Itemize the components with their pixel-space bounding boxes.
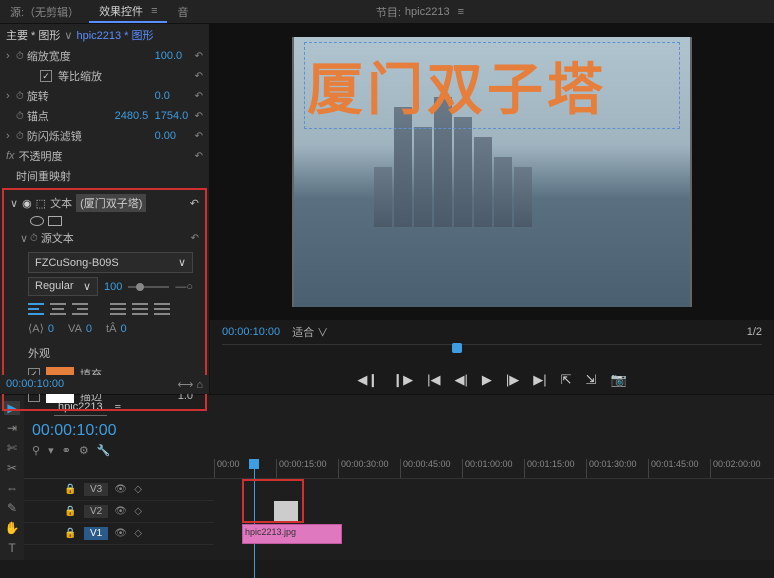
mark-out-button[interactable]: ❙▶ [392, 372, 413, 388]
step-back-button[interactable]: ◀| [455, 372, 468, 388]
wrench-icon[interactable]: 🔧 [97, 444, 111, 457]
font-weight-select[interactable]: Regular∨ [28, 277, 98, 296]
playhead-icon[interactable] [452, 343, 462, 353]
razor-tool[interactable]: ✂ [4, 461, 20, 475]
go-start-button[interactable]: |◀ [427, 372, 440, 388]
text-layer-name[interactable]: (厦门双子塔) [76, 194, 146, 212]
program-timecode[interactable]: 00:00:10:00 [222, 326, 280, 338]
kerning-value[interactable]: 0 [86, 323, 92, 335]
timeline-timecode[interactable]: 00:00:10:00 [24, 420, 774, 442]
prop-opacity[interactable]: 不透明度 [19, 148, 195, 164]
clip-thumbnail [274, 501, 298, 521]
rotation-value[interactable]: 0.0 [155, 90, 195, 102]
ripple-tool[interactable]: ✄ [4, 441, 20, 455]
text-effect-label: 文本 [50, 195, 72, 211]
program-scrubber[interactable] [222, 344, 762, 366]
anchor-y[interactable]: 1754.0 [155, 110, 195, 122]
align-left-button[interactable] [28, 302, 44, 316]
mark-in-button[interactable]: ◀❙ [357, 372, 378, 388]
lock-icon[interactable]: 🔒 [64, 484, 78, 495]
track-v2[interactable]: V2 [84, 505, 108, 518]
baseline-icon: tÂ [106, 323, 116, 335]
step-forward-button[interactable]: |▶ [506, 372, 519, 388]
panel-timecode[interactable]: 00:00:10:00 [6, 378, 64, 391]
appearance-label: 外观 [4, 339, 205, 363]
effect-controls-panel: 主要 * 图形 ∨ hpic2213 * 图形 ›⏱ 缩放宽度 100.0 ↶ … [0, 24, 210, 394]
tracking-icon: ⟨A⟩ [28, 322, 44, 335]
track-v1[interactable]: V1 [84, 527, 108, 540]
uniform-scale-checkbox[interactable] [40, 70, 52, 82]
font-family-select[interactable]: FZCuSong-B09S∨ [28, 252, 193, 273]
panel-zoom-icon[interactable]: ⟷ ⌂ [178, 378, 203, 391]
breadcrumb-clip[interactable]: hpic2213 * 图形 [76, 27, 153, 43]
track-v3[interactable]: V3 [84, 483, 108, 496]
pen-tool[interactable]: ✎ [4, 501, 20, 515]
tab-menu-icon[interactable]: ≡ [151, 5, 157, 17]
chevron-down-icon: ∨ [178, 256, 186, 269]
video-clip[interactable]: hpic2213.jpg [242, 524, 342, 544]
transform-icon[interactable]: ⬚ [36, 197, 46, 210]
tools-toolbar: ▶ ⇥ ✄ ✂ ⇔ ✎ ✋ T [0, 395, 24, 560]
track-select-tool[interactable]: ⇥ [4, 421, 20, 435]
settings-icon[interactable]: ⚙ [79, 444, 89, 457]
type-tool[interactable]: T [4, 541, 20, 555]
font-size-value[interactable]: 100 [104, 281, 122, 293]
fx-icon: fx [6, 150, 15, 162]
font-size-slider[interactable] [128, 286, 169, 288]
marker-icon[interactable]: ▾ [48, 444, 54, 457]
export-frame-button[interactable]: 📷 [610, 372, 626, 388]
prop-timeremap[interactable]: 时间重映射 [16, 168, 203, 184]
anchor-x[interactable]: 2480.5 [115, 110, 155, 122]
align-center-button[interactable] [50, 302, 66, 316]
extract-button[interactable]: ⇲ [586, 372, 597, 388]
tab-effect-controls[interactable]: 效果控件 ≡ [89, 0, 167, 23]
eye-icon[interactable]: ◉ [22, 197, 32, 210]
program-monitor[interactable]: 厦门双子塔 [210, 24, 774, 320]
align-right-button[interactable] [72, 302, 88, 316]
baseline-value[interactable]: 0 [120, 323, 126, 335]
title-text-overlay[interactable]: 厦门双子塔 [304, 42, 680, 129]
resolution-select[interactable]: 1/2 [747, 326, 762, 338]
go-end-button[interactable]: ▶| [533, 372, 546, 388]
scale-width-value[interactable]: 100.0 [155, 50, 195, 62]
prop-rotation: 旋转 [27, 88, 155, 104]
toggle-icon[interactable]: ◇ [134, 484, 148, 495]
ellipse-mask-icon[interactable] [30, 216, 44, 226]
prop-anchor: 锚点 [27, 108, 115, 124]
timeline-ruler[interactable]: 00:00 00:00:15:00 00:00:30:00 00:00:45:0… [24, 459, 774, 479]
source-text-label: 源文本 [41, 230, 191, 246]
uniform-scale-label: 等比缩放 [58, 68, 195, 84]
lift-button[interactable]: ⇱ [561, 372, 572, 388]
hand-tool[interactable]: ✋ [4, 521, 20, 535]
keyframe-icon[interactable]: ⏱ [16, 51, 24, 62]
program-tab[interactable]: 节目: hpic2213 ≡ [366, 0, 474, 23]
align-bottom-button[interactable] [154, 302, 170, 316]
breadcrumb-main: 主要 * 图形 [6, 27, 60, 43]
antiflicker-value[interactable]: 0.00 [155, 130, 195, 142]
align-top-button[interactable] [110, 302, 126, 316]
slip-tool[interactable]: ⇔ [4, 481, 20, 495]
prop-scale-width: 缩放宽度 [27, 48, 155, 64]
kerning-icon: VA [68, 323, 82, 335]
zoom-fit-select[interactable]: 适合 ∨ [292, 324, 328, 340]
tracking-value[interactable]: 0 [48, 323, 54, 335]
play-button[interactable]: ▶ [482, 372, 492, 388]
rect-mask-icon[interactable] [48, 216, 62, 226]
timeline-content[interactable]: hpic2213.jpg [214, 479, 774, 545]
eye-icon[interactable]: 👁 [114, 484, 128, 495]
tab-source[interactable]: 源:（无剪辑） [0, 0, 89, 23]
prop-antiflicker: 防闪烁滤镜 [27, 128, 155, 144]
reset-icon[interactable]: ↶ [195, 51, 203, 62]
snap-icon[interactable]: ⚲ [32, 444, 40, 457]
align-middle-button[interactable] [132, 302, 148, 316]
tab-audio[interactable]: 音 [167, 0, 198, 23]
link-icon[interactable]: ⚭ [62, 444, 71, 457]
